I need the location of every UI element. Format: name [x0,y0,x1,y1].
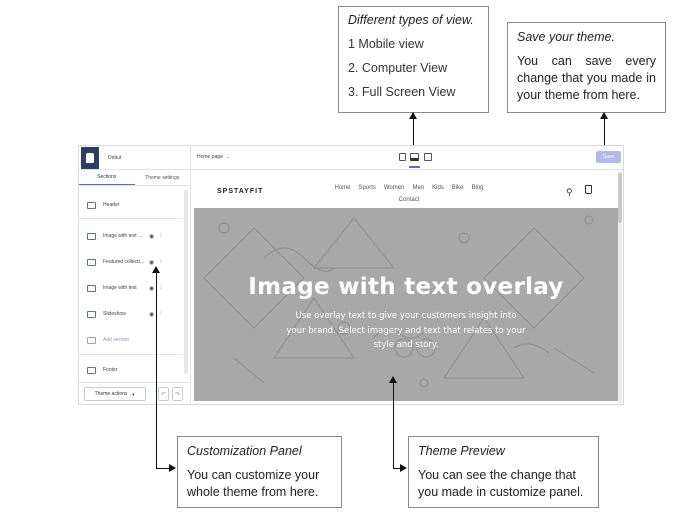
image-text-icon [87,284,96,292]
arrow-head-preview-right [400,464,407,472]
sidebar-item-label: Image with text ... [103,233,143,239]
arrow-head-customization [152,266,160,273]
header-icon [87,201,96,209]
callout-text: You can customize your whole theme from … [187,468,320,499]
divider [79,354,183,355]
cart-icon[interactable] [585,185,592,194]
callout-title: Different types of view. [348,13,474,27]
theme-actions-label: Theme actions [94,391,128,397]
sidebar-item-featured-collection[interactable]: Featured collecti... ◉ ⁞ [79,255,183,269]
sidebar-item-label: Header [103,202,120,208]
callout-title: Theme Preview [418,444,505,458]
eye-icon[interactable]: ◉ [149,259,154,266]
shopify-logo-icon[interactable] [81,146,99,169]
nav-link-men[interactable]: Men [412,185,424,191]
page-select-label: Home page [197,154,223,160]
nav-link-home[interactable]: Home [335,185,351,191]
arrow-head-save [600,112,608,119]
drag-handle-icon[interactable]: ⁞ [160,311,161,317]
sidebar-item-label: Featured collecti... [103,259,144,265]
arrow-line-customization [156,272,157,468]
mobile-view-icon[interactable] [399,153,406,161]
drag-handle-icon[interactable]: ⁞ [160,285,161,291]
theme-editor-window: Debut Sections Theme settings Header Ima… [78,145,624,405]
sidebar-item-footer[interactable]: Footer [79,363,183,377]
sidebar-item-slideshow[interactable]: Slideshow ◉ ⁞ [79,307,183,321]
theme-name: Debut [108,154,122,161]
save-button[interactable]: Save [596,151,621,163]
sidebar-footer: Theme actions ▼ ↶ ↷ [79,382,191,404]
arrow-head-preview [389,376,397,383]
store-header: SPSTAYFIT Home Sports Women Men Kids Bike Blog… [194,171,618,208]
arrow-head-views [409,112,417,119]
callout-title: Customization Panel [187,444,302,458]
sidebar-item-label: Footer [103,367,118,373]
nav-link-women[interactable]: Women [384,185,405,191]
nav-link-blog[interactable]: Blog [471,185,483,191]
view-item-computer: 2. Computer View [348,61,448,75]
callout-customization-panel: Customization Panel You can customize yo… [177,436,342,508]
store-nav: Home Sports Women Men Kids Bike Blog Contact [314,182,504,206]
callout-view-types: Different types of view. 1 Mobile view 2… [338,6,489,113]
editor-topbar: Home page ⌄ Save [191,146,623,170]
drag-handle-icon[interactable]: ⁞ [160,233,161,239]
store-logo-text[interactable]: SPSTAYFIT [217,188,263,195]
slideshow-icon [87,310,96,318]
sidebar-tabs: Sections Theme settings [79,170,190,186]
add-section-label: Add section [103,337,130,343]
callout-theme-preview: Theme Preview You can see the change tha… [408,436,599,508]
caret-down-icon: ▼ [131,391,136,397]
tab-sections[interactable]: Sections [79,170,135,185]
plus-icon [87,336,96,344]
redo-button[interactable]: ↷ [172,387,183,401]
customization-sidebar: Debut Sections Theme settings Header Ima… [79,146,191,404]
add-section-button[interactable]: Add section [79,333,183,347]
eye-icon[interactable]: ◉ [149,285,154,292]
arrow-head-customization-right [169,464,176,472]
nav-link-kids[interactable]: Kids [432,185,444,191]
active-view-indicator [409,166,420,168]
theme-preview: SPSTAYFIT Home Sports Women Men Kids Bike Blog… [194,171,622,403]
search-icon[interactable]: ⚲ [566,187,573,198]
divider [79,218,183,219]
theme-actions-button[interactable]: Theme actions ▼ [84,387,146,401]
fullscreen-view-icon[interactable] [424,153,432,161]
nav-link-bike[interactable]: Bike [452,185,464,191]
chevron-down-icon: ⌄ [226,154,230,159]
view-item-fullscreen: 3. Full Screen View [348,85,456,99]
eye-icon[interactable]: ◉ [149,311,154,318]
nav-link-sports[interactable]: Sports [359,185,376,191]
preview-scrollbar[interactable] [618,171,622,403]
sidebar-item-header[interactable]: Header [79,198,183,212]
sidebar-scrollbar[interactable] [184,190,188,374]
footer-icon [87,366,96,374]
tab-theme-settings[interactable]: Theme settings [135,170,191,185]
nav-link-contact[interactable]: Contact [399,197,420,203]
view-item-mobile: 1 Mobile view [348,37,424,51]
hero-text: Use overlay text to give your customers … [286,311,526,350]
arrow-line-customization-h [156,468,170,469]
callout-text: You can see the change that you made in … [418,468,584,499]
undo-button[interactable]: ↶ [158,387,169,401]
sidebar-item-image-with-text-overlay[interactable]: Image with text ... ◉ ⁞ [79,229,183,243]
drag-handle-icon[interactable]: ⁞ [160,259,161,265]
sidebar-item-image-with-text[interactable]: Image with text ◉ ⁞ [79,281,183,295]
callout-save-theme: Save your theme. You can save every chan… [507,22,666,113]
eye-icon[interactable]: ◉ [149,233,154,240]
hero-image-overlay: Image with text overlay Use overlay text… [194,208,618,401]
desktop-view-icon[interactable] [410,153,419,161]
sidebar-header: Debut [79,146,190,170]
sidebar-item-label: Slideshow [103,311,126,317]
sidebar-item-label: Image with text [103,285,137,291]
hero-background-illustration [203,215,595,388]
hero-title: Image with text overlay [248,274,564,300]
collection-icon [87,258,96,266]
page-select[interactable]: Home page ⌄ [197,154,230,160]
image-text-icon [87,232,96,240]
arrow-line-preview [393,382,394,468]
callout-title: Save your theme. [517,30,615,44]
callout-text: You can save every change that you made … [517,54,656,102]
